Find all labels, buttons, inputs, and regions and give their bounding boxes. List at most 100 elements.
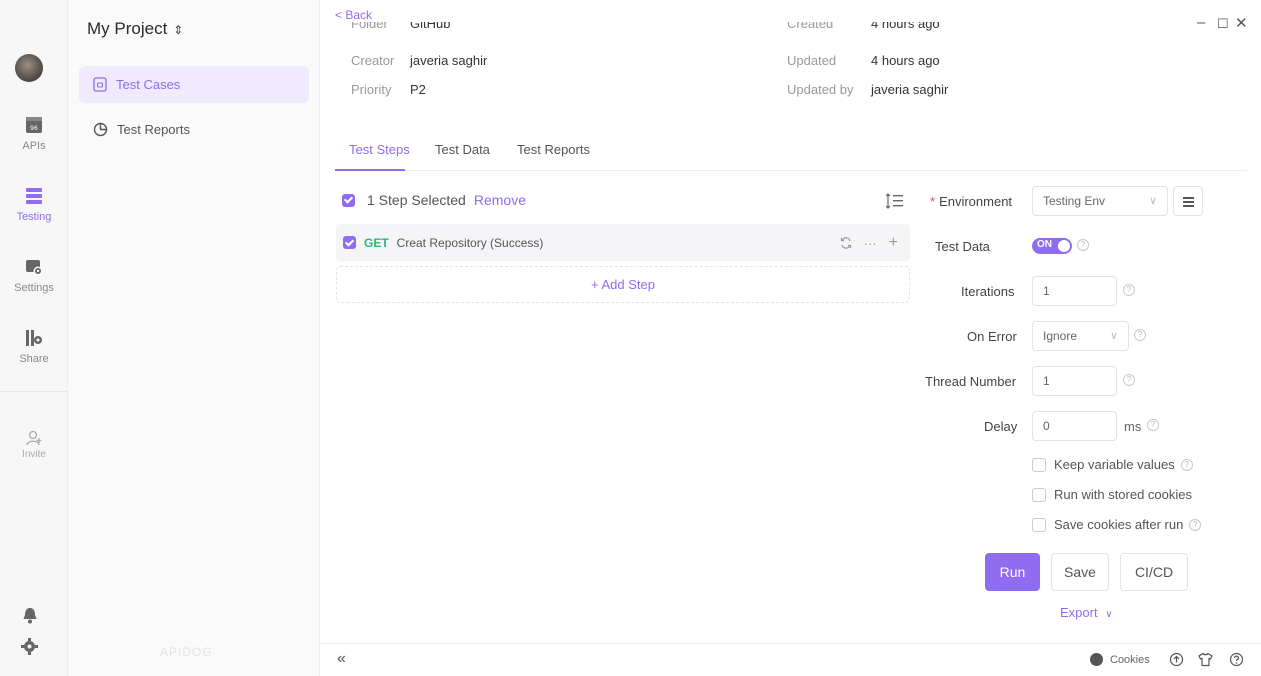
created-value: 4 hours ago	[871, 22, 940, 31]
minimize-icon[interactable]: –	[1197, 14, 1205, 31]
cookie-icon	[1090, 653, 1103, 666]
tab-bar: Test Steps Test Data Test Reports	[335, 140, 1247, 171]
save-cookies-after-run-checkbox[interactable]	[1032, 517, 1046, 532]
project-sidebar: My Project ⇕ Test Cases Test Reports APID…	[68, 0, 320, 676]
step-row[interactable]: GET Creat Repository (Success) ··· +	[336, 224, 910, 261]
tab-test-data[interactable]: Test Data	[435, 142, 490, 157]
run-with-stored-cookies-checkbox[interactable]	[1032, 487, 1046, 502]
chevron-updown-icon: ⇕	[173, 23, 184, 37]
export-label: Export	[1060, 605, 1098, 620]
help-icon[interactable]: ?	[1189, 518, 1202, 531]
thread-number-label: Thread Number	[925, 374, 1017, 389]
test-data-toggle[interactable]: ON	[1032, 238, 1072, 254]
add-icon[interactable]: +	[889, 234, 898, 252]
save-button[interactable]: Save	[1051, 553, 1109, 591]
test-data-label: Test Data	[935, 239, 990, 254]
delay-unit: ms	[1124, 419, 1142, 434]
back-link[interactable]: < Back	[335, 8, 372, 22]
gear-icon[interactable]	[21, 638, 38, 655]
select-all-checkbox[interactable]	[342, 193, 355, 207]
sidebar-item-label: Test Reports	[117, 122, 190, 137]
option-keep-variable-values[interactable]: Keep variable values ?	[1032, 457, 1193, 472]
updated-by-label: Updated by	[787, 82, 854, 97]
step-checkbox[interactable]	[343, 236, 356, 249]
rail-item-apis[interactable]: 96 APIs	[0, 116, 68, 152]
rail-item-testing[interactable]: Testing	[0, 187, 68, 223]
cookies-button[interactable]: Cookies	[1090, 653, 1150, 666]
more-options-icon[interactable]: ···	[864, 236, 877, 251]
rail-divider	[0, 391, 68, 392]
environment-value: Testing Env	[1043, 194, 1106, 208]
rail-item-invite[interactable]: Invite	[0, 429, 68, 460]
rail-label-settings: Settings	[14, 282, 54, 294]
help-icon[interactable]: ?	[1134, 329, 1146, 341]
keep-variable-values-checkbox[interactable]	[1032, 457, 1046, 472]
tab-test-reports[interactable]: Test Reports	[517, 142, 590, 157]
iterations-input[interactable]: 1	[1032, 276, 1117, 306]
share-icon	[26, 330, 42, 346]
option-label: Run with stored cookies	[1054, 487, 1193, 502]
environment-menu-button[interactable]	[1173, 186, 1203, 216]
invite-icon	[26, 430, 42, 446]
user-avatar[interactable]	[15, 54, 43, 82]
option-label: Save cookies after run	[1054, 517, 1184, 532]
help-circle-icon[interactable]	[1229, 652, 1244, 667]
cicd-button[interactable]: CI/CD	[1120, 553, 1188, 591]
collapse-sidebar-icon[interactable]: «	[337, 650, 346, 668]
thread-number-input[interactable]: 1	[1032, 366, 1117, 396]
rail-item-settings[interactable]: Settings	[0, 258, 68, 294]
option-run-with-stored-cookies[interactable]: Run with stored cookies	[1032, 487, 1192, 502]
required-asterisk: *	[930, 194, 936, 209]
sidebar-item-test-reports[interactable]: Test Reports	[79, 111, 309, 148]
help-icon[interactable]: ?	[1123, 374, 1135, 386]
created-label: Created	[787, 22, 834, 31]
on-error-select[interactable]: Ignore ∨	[1032, 321, 1129, 351]
folder-label: Folder	[351, 22, 388, 31]
chevron-down-icon: ∨	[1148, 195, 1157, 207]
chevron-down-icon: ∨	[1105, 609, 1113, 620]
testing-icon	[26, 188, 42, 204]
updated-by-value: javeria saghir	[871, 82, 949, 97]
run-button[interactable]: Run	[985, 553, 1040, 591]
project-switcher[interactable]: My Project ⇕	[87, 19, 183, 39]
rail-label-testing: Testing	[16, 211, 52, 223]
list-order-icon[interactable]	[886, 193, 904, 209]
export-dropdown[interactable]: Export ∨	[1060, 605, 1113, 620]
step-name: Creat Repository (Success)	[396, 235, 544, 250]
shirt-icon[interactable]	[1198, 652, 1213, 667]
iterations-label: Iterations	[961, 284, 1015, 299]
add-step-button[interactable]: + Add Step	[336, 266, 910, 303]
environment-select[interactable]: Testing Env ∨	[1032, 186, 1168, 216]
remove-button[interactable]: Remove	[474, 192, 526, 208]
help-icon[interactable]: ?	[1123, 284, 1135, 296]
help-icon[interactable]: ?	[1077, 239, 1089, 251]
option-save-cookies-after-run[interactable]: Save cookies after run ?	[1032, 517, 1202, 532]
bell-icon[interactable]	[22, 607, 38, 624]
test-case-icon	[93, 77, 107, 92]
delay-input[interactable]: 0	[1032, 411, 1117, 441]
api-icon: 96	[26, 117, 42, 133]
help-icon[interactable]: ?	[1147, 419, 1159, 431]
tab-test-steps[interactable]: Test Steps	[349, 142, 410, 157]
close-icon[interactable]: ✕	[1235, 14, 1248, 32]
project-title: My Project	[87, 19, 168, 38]
sidebar-item-test-cases[interactable]: Test Cases	[79, 66, 309, 103]
upload-icon[interactable]	[1169, 652, 1184, 667]
chevron-down-icon: ∨	[1109, 330, 1118, 342]
folder-value: GitHub	[410, 22, 451, 31]
help-icon[interactable]: ?	[1180, 458, 1193, 471]
environment-label: * Environment	[930, 194, 1013, 209]
delay-label: Delay	[984, 419, 1018, 434]
apidog-watermark-logo: APIDOG	[160, 645, 213, 659]
priority-value: P2	[410, 82, 426, 97]
selection-count: 1 Step Selected	[367, 192, 466, 208]
maximize-icon[interactable]: ☐	[1217, 16, 1229, 32]
sync-icon[interactable]	[840, 237, 852, 249]
on-error-label: On Error	[967, 329, 1017, 344]
rail-item-share[interactable]: Share	[0, 329, 68, 365]
on-error-value: Ignore	[1043, 329, 1078, 343]
settings-icon	[26, 260, 43, 276]
creator-value: javeria saghir	[410, 53, 488, 68]
left-icon-rail: 96 APIs Testing Settings Share Invite	[0, 0, 68, 676]
rail-label-invite: Invite	[22, 449, 46, 460]
